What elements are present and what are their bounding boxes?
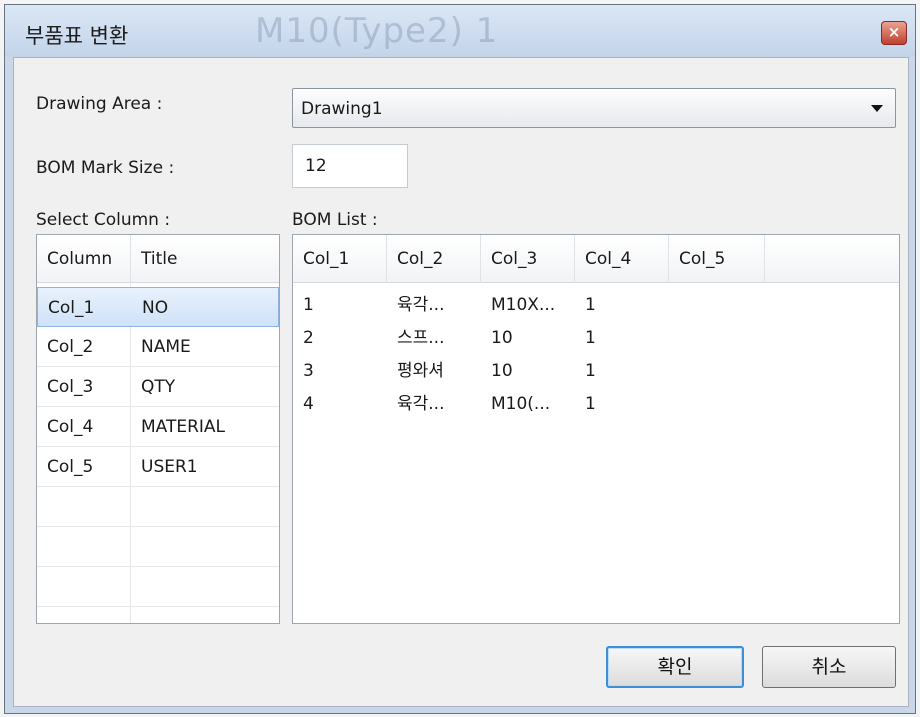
row-column: Col_5 xyxy=(47,457,94,477)
bom-header-col2[interactable]: Col_2 xyxy=(387,235,481,283)
bom-cell: M10X... xyxy=(491,295,556,315)
bom-cell: 1 xyxy=(303,295,314,315)
bom-cell: 1 xyxy=(585,394,596,414)
select-column-label: Select Column : xyxy=(36,210,171,230)
table-row[interactable]: Col_4 MATERIAL xyxy=(37,407,279,447)
row-column: Col_2 xyxy=(47,337,94,357)
bom-cell: 평와셔 xyxy=(397,361,444,381)
table-row[interactable]: Col_1 NO xyxy=(37,287,279,327)
table-row[interactable]: Col_2 NAME xyxy=(37,327,279,367)
list-item[interactable]: 1 육각... M10X... 1 xyxy=(293,289,899,322)
list-item[interactable]: 3 평와셔 10 1 xyxy=(293,355,899,388)
bom-cell: 1 xyxy=(585,328,596,348)
bom-cell: 1 xyxy=(585,361,596,381)
bom-cell: 육각... xyxy=(397,295,445,315)
bom-mark-size-field[interactable] xyxy=(292,144,408,188)
close-icon: × xyxy=(887,23,901,41)
background-ghost-text: M10(Type2) 1 xyxy=(255,11,499,51)
bom-cell: 육각... xyxy=(397,394,445,414)
empty-row xyxy=(37,487,279,527)
bom-cell: 1 xyxy=(585,295,596,315)
bom-header-col5[interactable]: Col_5 xyxy=(669,235,765,283)
bom-cell xyxy=(669,388,679,421)
row-title: NO xyxy=(142,298,169,318)
bom-cell: 10 xyxy=(491,328,513,348)
bom-header-col4[interactable]: Col_4 xyxy=(575,235,669,283)
bom-cell: 3 xyxy=(303,361,314,381)
row-title: NAME xyxy=(141,337,191,357)
list-item[interactable]: 2 스프... 10 1 xyxy=(293,322,899,355)
table-row[interactable]: Col_3 QTY xyxy=(37,367,279,407)
bom-list-label: BOM List : xyxy=(292,210,378,230)
bom-cell: 스프... xyxy=(397,328,445,348)
bom-cell: 10 xyxy=(491,361,513,381)
bom-mark-size-input[interactable] xyxy=(293,145,407,187)
empty-row xyxy=(37,607,279,623)
row-column: Col_4 xyxy=(47,417,94,437)
drawing-area-value: Drawing1 xyxy=(301,99,383,119)
row-column: Col_1 xyxy=(48,298,95,318)
bom-cell: M10(... xyxy=(491,394,551,414)
bom-cell xyxy=(669,355,679,388)
select-column-list[interactable]: Column Title Col_1 NO Col_2 NAME Col_3 Q… xyxy=(36,234,280,624)
dialog-body: Drawing Area : Drawing1 BOM Mark Size : … xyxy=(13,57,909,707)
close-button[interactable]: × xyxy=(881,21,907,45)
window-title: 부품표 변환 xyxy=(25,24,129,48)
bom-list[interactable]: Col_1 Col_2 Col_3 Col_4 Col_5 1 육각... M1… xyxy=(292,234,900,624)
row-title: USER1 xyxy=(141,457,198,477)
select-column-header: Column Title xyxy=(37,235,279,283)
ok-button[interactable]: 확인 xyxy=(606,646,744,688)
list-item[interactable]: 4 육각... M10(... 1 xyxy=(293,388,899,421)
table-row[interactable]: Col_5 USER1 xyxy=(37,447,279,487)
bom-cell: 4 xyxy=(303,394,314,414)
bom-cell: 2 xyxy=(303,328,314,348)
bom-mark-size-label: BOM Mark Size : xyxy=(36,158,175,178)
row-column: Col_3 xyxy=(47,377,94,397)
title-bar[interactable]: 부품표 변환 M10(Type2) 1 × xyxy=(5,5,915,57)
column-header-column[interactable]: Column xyxy=(37,235,131,283)
empty-row xyxy=(37,567,279,607)
dialog-window: 부품표 변환 M10(Type2) 1 × Drawing Area : Dra… xyxy=(4,4,916,714)
drawing-area-label: Drawing Area : xyxy=(36,94,163,114)
bom-cell xyxy=(669,322,679,355)
bom-header-col3[interactable]: Col_3 xyxy=(481,235,575,283)
bom-header-col1[interactable]: Col_1 xyxy=(293,235,387,283)
bom-list-header: Col_1 Col_2 Col_3 Col_4 Col_5 xyxy=(293,235,899,283)
row-title: QTY xyxy=(141,377,176,397)
bom-cell xyxy=(669,289,679,322)
drawing-area-dropdown[interactable]: Drawing1 xyxy=(292,88,896,128)
row-title: MATERIAL xyxy=(141,417,226,437)
chevron-down-icon xyxy=(871,105,883,112)
column-header-title[interactable]: Title xyxy=(131,235,279,283)
empty-row xyxy=(37,527,279,567)
cancel-button[interactable]: 취소 xyxy=(762,646,896,688)
